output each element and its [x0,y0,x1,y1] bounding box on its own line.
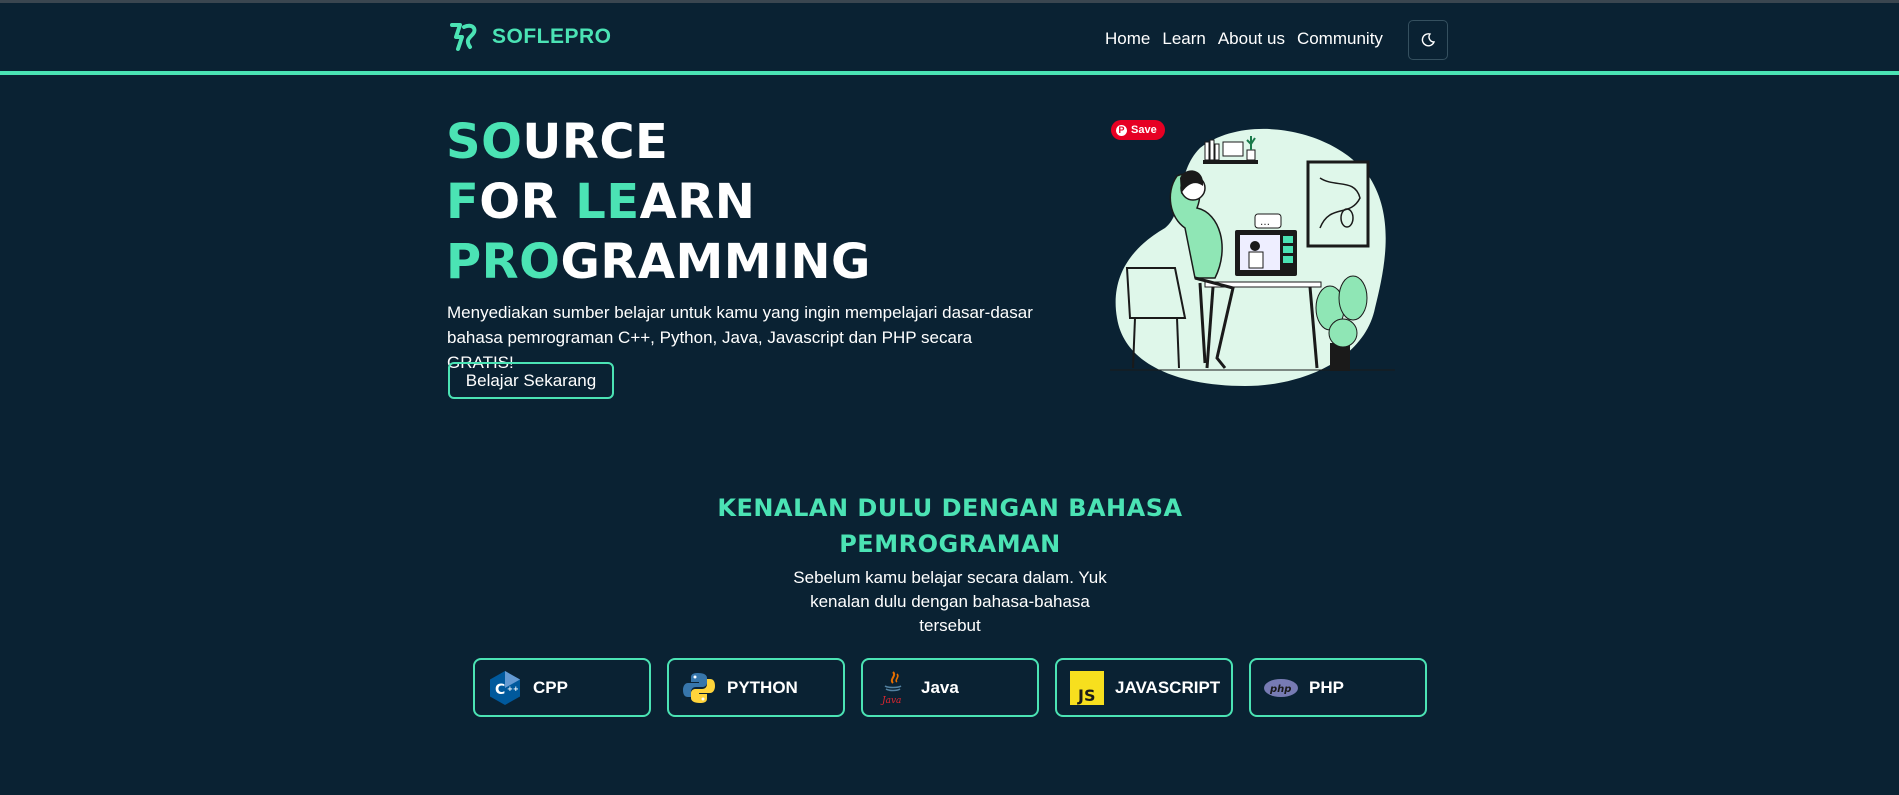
svg-text:C: C [495,682,505,698]
title-accent: PRO [446,234,561,290]
language-label: PYTHON [727,677,798,697]
svg-text:JS: JS [1077,686,1095,705]
nav-home[interactable]: Home [1105,29,1150,49]
title-text: GRAMMING [560,234,871,290]
title-accent: SO [446,114,523,170]
section-description: Sebelum kamu belajar secara dalam. Yuk k… [793,568,1107,635]
language-label: JAVASCRIPT [1115,677,1221,697]
navbar: SOFLEPRO Home Learn About us Community [0,3,1899,72]
cpp-icon: C ++ [487,670,523,706]
title-accent: LE [575,174,640,230]
language-label: PHP [1309,677,1344,697]
language-card-php[interactable]: php PHP [1249,658,1427,717]
brand-name: SOFLEPRO [492,25,612,48]
nav-links: Home Learn About us Community [1105,29,1395,49]
language-card-java[interactable]: Java Java [861,658,1039,717]
hero-title: SOURCE FOR LEARN PROGRAMMING [446,112,871,292]
language-cards: C ++ CPP PYTHON Java Java JS JAVASCRIPT … [473,658,1427,717]
language-label: Java [921,677,959,697]
nav-learn[interactable]: Learn [1162,29,1205,49]
language-card-javascript[interactable]: JS JAVASCRIPT [1055,658,1233,717]
language-card-cpp[interactable]: C ++ CPP [473,658,651,717]
title-text: OR [479,174,576,230]
svg-text:…: … [1260,217,1270,228]
hero-illustration: … [1110,128,1395,386]
nav-about-us[interactable]: About us [1218,29,1285,49]
theme-toggle-button[interactable] [1408,20,1448,60]
language-label: CPP [533,677,568,697]
php-icon: php [1263,670,1299,706]
soflepro-logo-icon [450,23,477,51]
hero-title-line-1: SOURCE [446,112,871,172]
navbar-accent-border [0,71,1899,75]
language-card-python[interactable]: PYTHON [667,658,845,717]
hero-title-line-3: PROGRAMMING [446,232,871,292]
svg-text:++: ++ [507,685,519,693]
svg-text:php: php [1269,684,1291,695]
belajar-sekarang-button[interactable]: Belajar Sekarang [448,362,614,399]
svg-text:Java: Java [880,696,901,706]
moon-icon [1421,33,1436,47]
python-icon [681,670,717,706]
section-title: KENALAN DULU DENGAN BAHASA PEMROGRAMAN [717,494,1183,558]
title-text: URCE [522,114,669,170]
title-text: ARN [639,174,756,230]
title-accent: F [446,174,480,230]
java-icon: Java [875,670,911,706]
brand[interactable]: SOFLEPRO [446,19,612,55]
javascript-icon: JS [1069,670,1105,706]
nav-community[interactable]: Community [1297,29,1383,49]
hero-title-line-2: FOR LEARN [446,172,871,232]
